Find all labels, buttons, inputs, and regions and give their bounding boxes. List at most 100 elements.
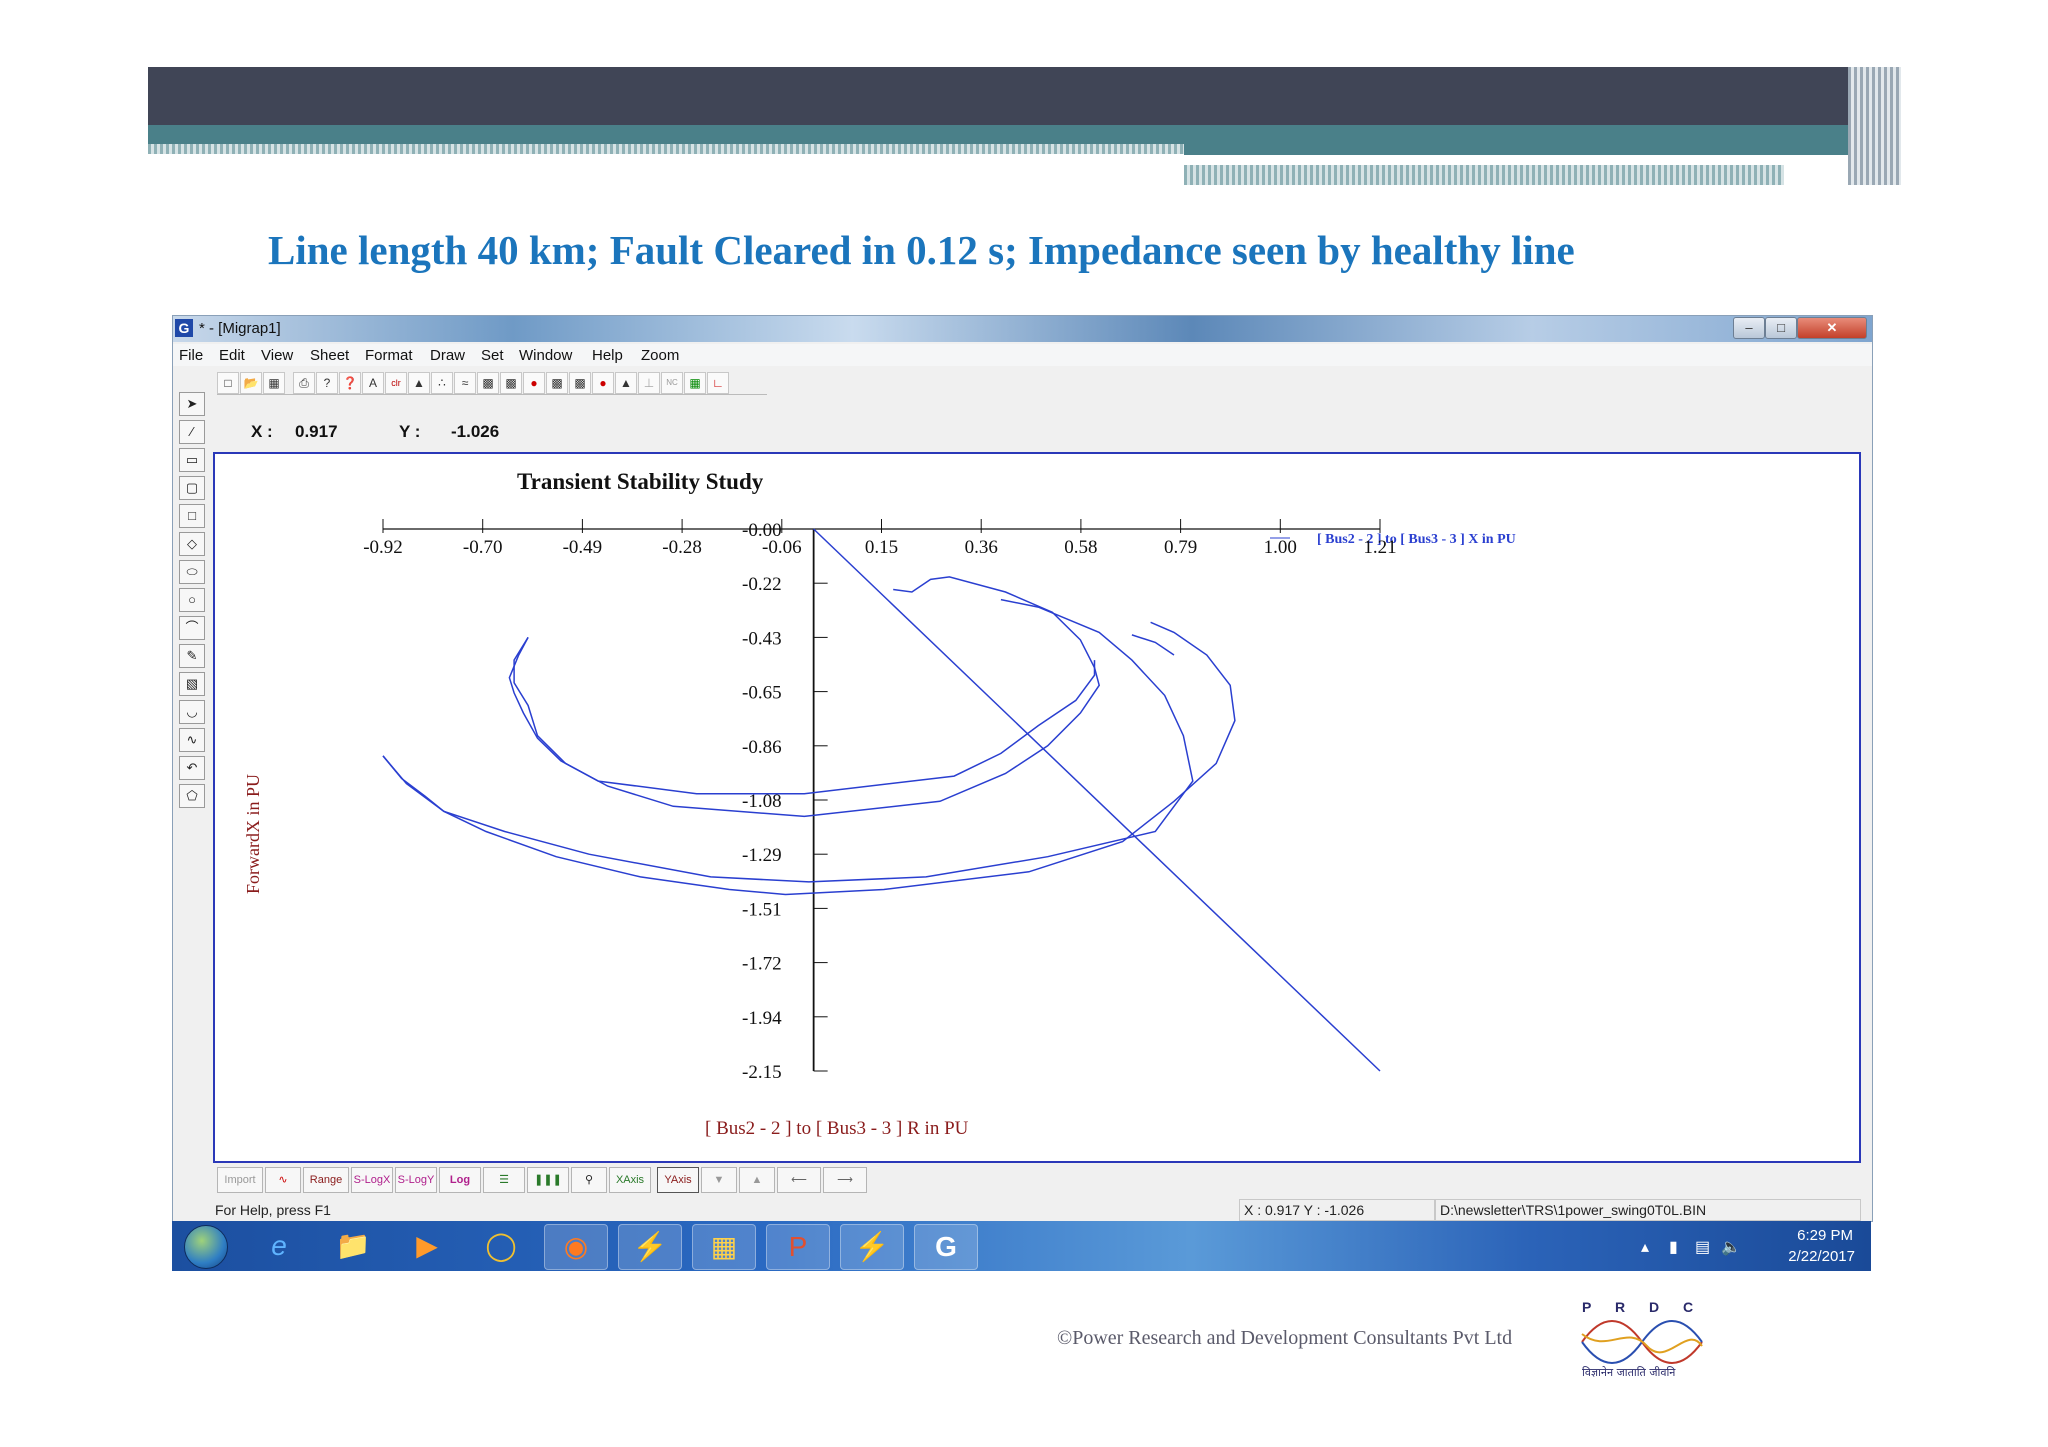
log-button[interactable]: Log bbox=[439, 1167, 481, 1193]
x-tick-label: 0.58 bbox=[1064, 537, 1097, 558]
maximize-button[interactable]: □ bbox=[1765, 317, 1797, 339]
plot-area[interactable]: Transient Stability Study ForwardX in PU… bbox=[213, 452, 1861, 1163]
context-help-icon[interactable]: ❓ bbox=[339, 372, 361, 394]
curve-tool-icon[interactable]: ↶ bbox=[179, 756, 205, 780]
mipower-icon[interactable]: G bbox=[914, 1224, 978, 1270]
diamond-tool-icon[interactable]: ◇ bbox=[179, 532, 205, 556]
vgrid-icon[interactable]: ❚❚❚ bbox=[527, 1167, 569, 1193]
chrome-icon[interactable]: ◯ bbox=[470, 1224, 532, 1268]
menu-zoom[interactable]: Zoom bbox=[641, 347, 679, 364]
power-grid-app-icon[interactable]: ⚡ bbox=[618, 1224, 682, 1270]
slide-banner-hatch-right bbox=[1184, 165, 1784, 185]
bar-chart-2-icon[interactable]: ▩ bbox=[500, 372, 522, 394]
import-button[interactable]: Import bbox=[217, 1167, 263, 1193]
pie-chart-2-icon[interactable]: ● bbox=[592, 372, 614, 394]
pointer-icon[interactable]: ➤ bbox=[179, 392, 205, 416]
powerpoint-icon[interactable]: P bbox=[766, 1224, 830, 1270]
legend-label: [ Bus2 - 2 ] to [ Bus3 - 3 ] X in PU bbox=[1317, 532, 1516, 547]
x-tick-label: 1.00 bbox=[1264, 537, 1297, 558]
logo-letters: P R D C bbox=[1582, 1299, 1703, 1315]
plot-icon[interactable]: ∿ bbox=[265, 1167, 301, 1193]
area-chart-icon[interactable]: ▲ bbox=[408, 372, 430, 394]
stacked-bar-2-icon[interactable]: ▩ bbox=[569, 372, 591, 394]
file-explorer-icon[interactable]: 📁 bbox=[322, 1224, 384, 1268]
ellipse-tool-icon[interactable]: ⬭ bbox=[179, 560, 205, 584]
menu-bar: File Edit View Sheet Format Draw Set Win… bbox=[173, 344, 1872, 366]
save-icon[interactable]: ▦ bbox=[263, 372, 285, 394]
series-line-3 bbox=[513, 637, 1096, 795]
menu-file[interactable]: File bbox=[179, 347, 203, 364]
clock-time[interactable]: 6:29 PM bbox=[1797, 1227, 1853, 1244]
status-coordinates: X : 0.917 Y : -1.026 bbox=[1239, 1199, 1435, 1221]
x-tick-label: 0.79 bbox=[1164, 537, 1197, 558]
scroll-up-icon[interactable]: ▲ bbox=[739, 1167, 775, 1193]
x-tick-label: -0.28 bbox=[662, 537, 702, 558]
print-icon[interactable]: ⎙ bbox=[293, 372, 315, 394]
bar-chart-icon[interactable]: ▩ bbox=[477, 372, 499, 394]
slogx-button[interactable]: S-LogX bbox=[351, 1167, 393, 1193]
font-icon[interactable]: A bbox=[362, 372, 384, 394]
volume-icon[interactable]: 🔈 bbox=[1721, 1237, 1741, 1257]
transmission-app-icon[interactable]: ⚡ bbox=[840, 1224, 904, 1270]
menu-sheet[interactable]: Sheet bbox=[310, 347, 349, 364]
xaxis-button[interactable]: XAxis bbox=[609, 1167, 651, 1193]
y-tick-label: -0.65 bbox=[742, 683, 782, 704]
fill-tool-icon[interactable]: ▧ bbox=[179, 672, 205, 696]
scroll-right-icon[interactable]: ⟶ bbox=[823, 1167, 867, 1193]
stacked-bar-icon[interactable]: ▩ bbox=[546, 372, 568, 394]
menu-window[interactable]: Window bbox=[519, 347, 572, 364]
open-icon[interactable]: 📂 bbox=[240, 372, 262, 394]
clear-icon[interactable]: clr bbox=[385, 372, 407, 394]
axis-icon[interactable]: ⊥ bbox=[638, 372, 660, 394]
scatter-chart-icon[interactable]: ∴ bbox=[431, 372, 453, 394]
prdc-logo-graphic: P R D C विज्ञानेन जाताति जीवनि bbox=[1581, 1299, 1703, 1379]
y-tick-label: -0.43 bbox=[742, 628, 782, 649]
menu-view[interactable]: View bbox=[261, 347, 293, 364]
curve-icon[interactable]: ∟ bbox=[707, 372, 729, 394]
nc-icon[interactable]: NC bbox=[661, 372, 683, 394]
start-button[interactable] bbox=[184, 1225, 228, 1269]
network-icon[interactable]: ▤ bbox=[1695, 1237, 1710, 1257]
modeler-app-icon[interactable]: ▦ bbox=[692, 1224, 756, 1270]
circle-tool-icon[interactable]: ○ bbox=[179, 588, 205, 612]
menu-help[interactable]: Help bbox=[592, 347, 623, 364]
menu-set[interactable]: Set bbox=[481, 347, 504, 364]
x-coord-label: X : bbox=[251, 422, 273, 441]
close-button[interactable]: ✕ bbox=[1797, 317, 1867, 339]
data-icon[interactable]: ▦ bbox=[684, 372, 706, 394]
menu-format[interactable]: Format bbox=[365, 347, 413, 364]
new-icon[interactable]: □ bbox=[217, 372, 239, 394]
help-icon[interactable]: ? bbox=[316, 372, 338, 394]
y-axis-label: ForwardX in PU bbox=[243, 774, 263, 894]
rounded-rect-tool-icon[interactable]: ▢ bbox=[179, 476, 205, 500]
area-chart-2-icon[interactable]: ▲ bbox=[615, 372, 637, 394]
chart-title: Transient Stability Study bbox=[517, 469, 764, 494]
hgrid-icon[interactable]: ☰ bbox=[483, 1167, 525, 1193]
pencil-tool-icon[interactable]: ✎ bbox=[179, 644, 205, 668]
clock-date[interactable]: 2/22/2017 bbox=[1788, 1248, 1855, 1265]
internet-explorer-icon[interactable]: e bbox=[248, 1224, 310, 1268]
yaxis-button[interactable]: YAxis bbox=[657, 1167, 699, 1193]
media-player-icon[interactable]: ▶ bbox=[396, 1224, 458, 1268]
line-tool-icon[interactable]: ∕ bbox=[179, 420, 205, 444]
polygon-tool-icon[interactable]: ⬠ bbox=[179, 784, 205, 808]
semicircle-tool-icon[interactable]: ◡ bbox=[179, 700, 205, 724]
range-button[interactable]: Range bbox=[303, 1167, 349, 1193]
scroll-left-icon[interactable]: ⟵ bbox=[777, 1167, 821, 1193]
firefox-icon[interactable]: ◉ bbox=[544, 1224, 608, 1270]
arc-tool-icon[interactable]: ⌒ bbox=[179, 616, 205, 640]
window-titlebar[interactable]: G * - [Migrap1] – □ ✕ bbox=[173, 316, 1872, 342]
minimize-button[interactable]: – bbox=[1733, 317, 1765, 339]
battery-icon[interactable]: ▮ bbox=[1669, 1237, 1678, 1257]
square-tool-icon[interactable]: □ bbox=[179, 504, 205, 528]
scroll-down-icon[interactable]: ▼ bbox=[701, 1167, 737, 1193]
wave-tool-icon[interactable]: ∿ bbox=[179, 728, 205, 752]
menu-edit[interactable]: Edit bbox=[219, 347, 245, 364]
zoom-icon[interactable]: ⚲ bbox=[571, 1167, 607, 1193]
pie-chart-icon[interactable]: ● bbox=[523, 372, 545, 394]
line-chart-icon[interactable]: ≈ bbox=[454, 372, 476, 394]
menu-draw[interactable]: Draw bbox=[430, 347, 465, 364]
slogy-button[interactable]: S-LogY bbox=[395, 1167, 437, 1193]
tray-expand-icon[interactable]: ▴ bbox=[1641, 1237, 1649, 1257]
rectangle-tool-icon[interactable]: ▭ bbox=[179, 448, 205, 472]
